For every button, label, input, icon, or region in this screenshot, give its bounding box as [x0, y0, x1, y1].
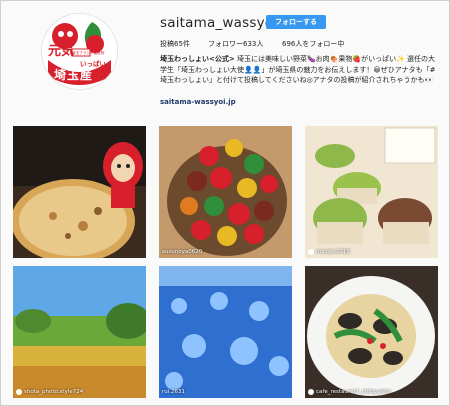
post-tag: cafe_restaurant_chibouleta — [308, 389, 391, 395]
flower-field-photo — [13, 266, 146, 398]
logo-text-bottom: 埼玉産 — [54, 68, 94, 82]
profile-username: saitama_wassyoi — [160, 15, 278, 31]
profile-website-link[interactable]: saitama-wassyoi.jp — [160, 98, 236, 106]
instagram-profile: 元気 埼玉ブランド農産物 いっぱい 埼玉産 saitama_wassyoi フォ… — [0, 0, 450, 406]
profile-avatar[interactable]: 元気 埼玉ブランド農産物 いっぱい 埼玉産 — [41, 13, 118, 90]
post-tag: rui.2631 — [162, 389, 186, 395]
post-tile[interactable]: shota_photo.style724 — [13, 266, 146, 398]
nemophila-photo — [159, 266, 292, 398]
post-tile[interactable]: rui.2631 — [159, 266, 292, 398]
followers-count[interactable]: フォロワー633人 — [208, 39, 263, 49]
following-count[interactable]: 696人をフォロー中 — [282, 39, 344, 49]
muffins-photo — [305, 126, 438, 258]
post-tile[interactable] — [13, 126, 146, 258]
post-tile[interactable]: micojiu2018 — [305, 126, 438, 258]
profile-bio: 埼玉わっしょい<公式> 埼玉には美味しい野菜🍆お肉🍖果物🍓がいっぱい✨ 選任の大… — [160, 54, 442, 86]
logo-small-text: 埼玉ブランド農産物 — [72, 51, 105, 55]
logo-text-top: 元気 — [48, 44, 75, 59]
pasta-photo — [305, 266, 438, 398]
tomatoes-photo — [159, 126, 292, 258]
post-tile[interactable]: cafe_restaurant_chibouleta — [305, 266, 438, 398]
pizza-photo — [13, 126, 146, 258]
bio-name: 埼玉わっしょい<公式> — [160, 55, 235, 63]
post-tile[interactable]: suzunoya0620 — [159, 126, 292, 258]
post-tag: micojiu2018 — [308, 249, 350, 255]
post-tag: suzunoya0620 — [162, 249, 203, 255]
follow-button[interactable]: フォローする — [266, 15, 326, 29]
post-tag: shota_photo.style724 — [16, 389, 83, 395]
posts-count[interactable]: 投稿65件 — [160, 39, 190, 49]
